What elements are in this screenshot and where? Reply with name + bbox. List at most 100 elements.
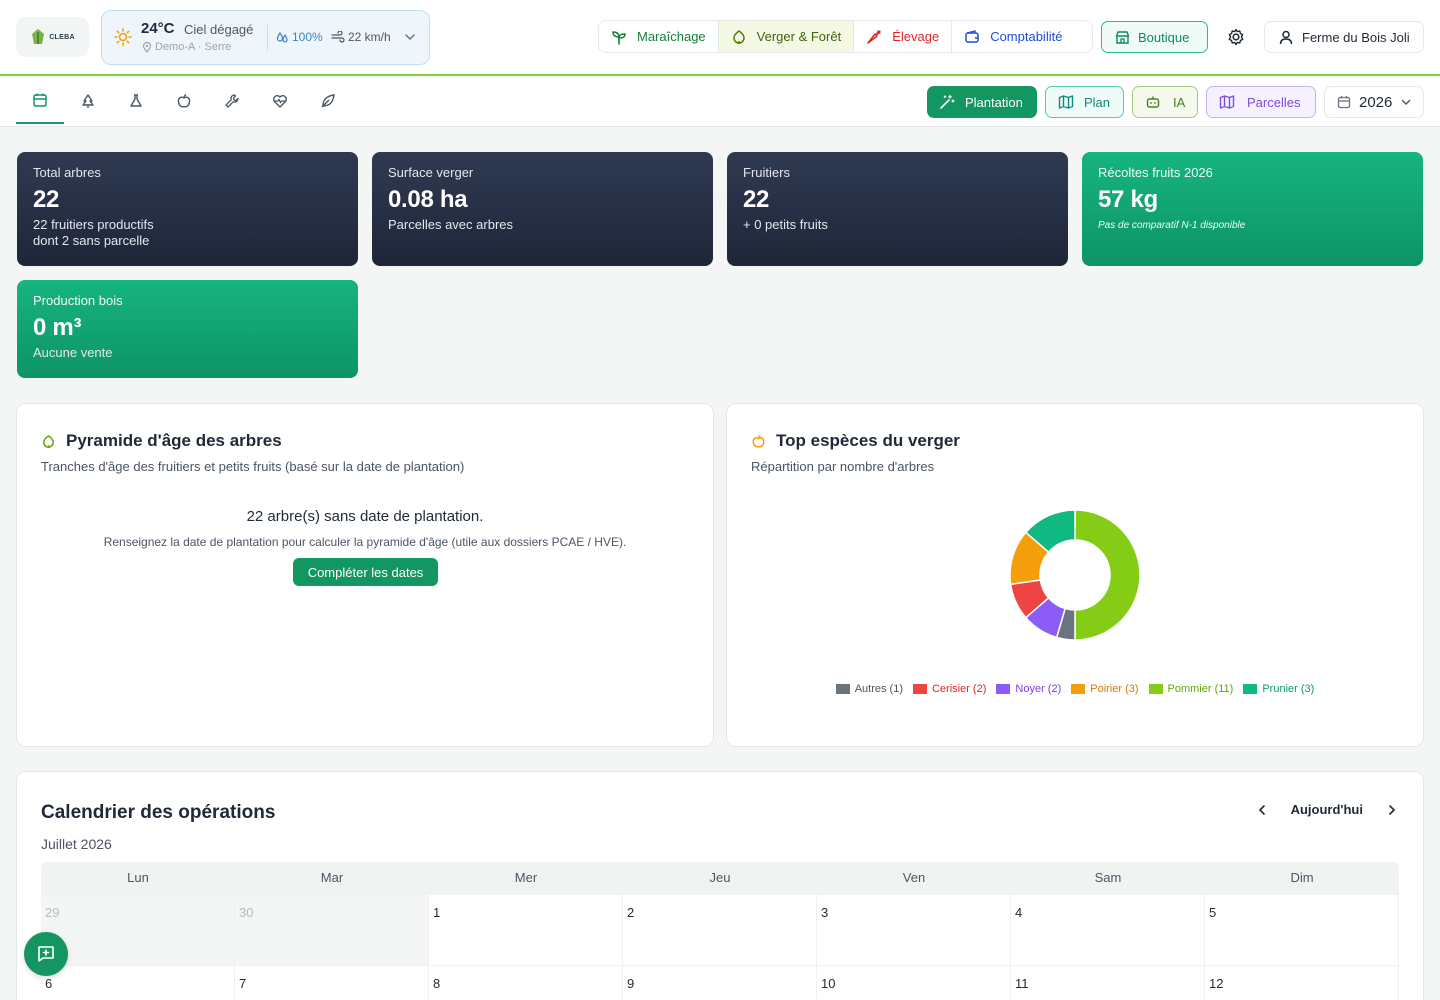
calendar-day-cell[interactable]: 9 <box>623 966 817 1000</box>
donut-slice-pommier[interactable] <box>1074 509 1141 641</box>
today-button[interactable]: Aujourd'hui <box>1291 802 1363 817</box>
calendar-day-cell[interactable]: 7 <box>235 966 429 1000</box>
module-label: Élevage <box>892 29 940 44</box>
parcelles-button[interactable]: Parcelles <box>1206 86 1316 118</box>
legend-swatch <box>1148 684 1163 694</box>
calendar-day-cell[interactable]: 2 <box>623 895 817 966</box>
calendar-month: Juillet 2026 <box>41 836 112 852</box>
tab-calendar[interactable] <box>16 78 64 124</box>
tab-harvests[interactable] <box>160 78 208 124</box>
plan-button[interactable]: Plan <box>1045 86 1124 118</box>
calendar-day-cell[interactable]: 29 <box>41 895 235 966</box>
legend-label: Pommier (11) <box>1167 683 1234 695</box>
tab-treatments[interactable] <box>112 78 160 124</box>
weather-location: Demo-A · Serre <box>142 41 231 53</box>
weather-temperature: 24°C <box>141 20 175 37</box>
calendar-day-cell[interactable]: 11 <box>1011 966 1205 1000</box>
complete-dates-button[interactable]: Compléter les dates <box>293 558 438 586</box>
panel-title: Top espèces du verger <box>751 431 960 451</box>
kpi-orchard-surface: Surface verger 0.08 ha Parcelles avec ar… <box>372 152 713 266</box>
feedback-chat-button[interactable] <box>24 932 68 976</box>
year-selector[interactable]: 2026 <box>1324 86 1424 118</box>
shop-label: Boutique <box>1138 29 1190 45</box>
calendar-day-cell[interactable]: 30 <box>235 895 429 966</box>
kpi-sub: Aucune vente <box>33 345 113 360</box>
module-comptabilite[interactable]: Comptabilité <box>952 21 1074 52</box>
apple-icon <box>177 93 191 108</box>
legend-label: Cerisier (2) <box>931 683 987 695</box>
legend-swatch <box>835 684 850 694</box>
plantation-label: Plantation <box>965 94 1023 110</box>
carrot-icon <box>867 29 881 44</box>
panel-title: Pyramide d'âge des arbres <box>41 431 282 451</box>
kpi-wood-production: Production bois 0 m³ Aucune vente <box>17 280 358 378</box>
legend-label: Poirier (3) <box>1090 683 1139 695</box>
legend-item-cerisier[interactable]: Cerisier (2) <box>912 683 987 695</box>
weekday-header: Sam <box>1094 870 1122 885</box>
legend-swatch <box>912 684 927 694</box>
tab-ecology[interactable] <box>304 78 352 124</box>
panel-title-text: Top espèces du verger <box>776 431 960 450</box>
leaf-icon <box>321 94 335 108</box>
ia-button[interactable]: IA <box>1132 86 1198 118</box>
legend-item-noyer[interactable]: Noyer (2) <box>996 683 1061 695</box>
weather-humidity-text: 100% <box>292 30 323 44</box>
map-pin-icon <box>142 41 152 53</box>
module-maraichage[interactable]: Maraîchage <box>599 21 719 52</box>
kpi-sub: Pas de comparatif N-1 disponible <box>1098 220 1246 231</box>
tab-trees[interactable] <box>64 78 112 124</box>
calendar-day-cell[interactable]: 12 <box>1205 966 1399 1000</box>
calendar-grid: 29 30 1 2 3 4 5 6 7 8 9 10 11 12 <box>41 895 1399 1000</box>
module-verger-foret[interactable]: Verger & Forêt <box>718 21 855 52</box>
calendar-day-cell[interactable]: 8 <box>429 966 623 1000</box>
plantation-button[interactable]: Plantation <box>927 86 1037 118</box>
legend-item-autres[interactable]: Autres (1) <box>835 683 903 695</box>
weather-wind: 22 km/h <box>331 30 391 44</box>
map-icon <box>1058 95 1074 109</box>
leaf-icon <box>43 434 54 448</box>
weather-widget[interactable]: 24°C Ciel dégagé Demo-A · Serre 100% 22 … <box>101 10 430 65</box>
legend-item-pommier[interactable]: Pommier (11) <box>1148 683 1234 695</box>
module-elevage[interactable]: Élevage <box>854 21 953 52</box>
calendar-day-cell[interactable]: 4 <box>1011 895 1205 966</box>
calendar-day-cell[interactable]: 6 <box>41 966 235 1000</box>
app-logo[interactable]: CLEBA <box>16 17 89 57</box>
top-species-panel: Top espèces du verger Répartition par no… <box>726 403 1424 747</box>
calendar-day-cell[interactable]: 10 <box>817 966 1011 1000</box>
legend-item-poirier[interactable]: Poirier (3) <box>1071 683 1139 695</box>
species-donut-chart <box>1009 509 1141 641</box>
module-label: Comptabilité <box>990 29 1063 44</box>
weekday-header: Ven <box>902 870 926 885</box>
empty-state-message: 22 arbre(s) sans date de plantation. <box>246 508 484 525</box>
kpi-sub: dont 2 sans parcelle <box>33 233 150 248</box>
chevron-right-icon[interactable] <box>1385 803 1399 817</box>
shop-button[interactable]: Boutique <box>1101 21 1208 53</box>
tab-health[interactable] <box>256 78 304 124</box>
legend-item-prunier[interactable]: Prunier (3) <box>1243 683 1314 695</box>
weather-condition: Ciel dégagé <box>184 22 254 37</box>
weather-divider <box>267 25 268 51</box>
kpi-fruit-trees: Fruitiers 22 + 0 petits fruits <box>727 152 1068 266</box>
age-pyramid-panel: Pyramide d'âge des arbres Tranches d'âge… <box>16 403 714 747</box>
calendar-day-cell[interactable]: 3 <box>817 895 1011 966</box>
logo-icon <box>32 29 45 44</box>
chevron-left-icon[interactable] <box>1255 803 1269 817</box>
legend-label: Autres (1) <box>854 683 903 695</box>
weekday-header: Lun <box>127 870 149 885</box>
calendar-day-cell[interactable]: 1 <box>429 895 623 966</box>
calendar-title: Calendrier des opérations <box>41 802 276 823</box>
heart-pulse-icon <box>273 95 287 108</box>
kpi-label: Production bois <box>33 293 123 308</box>
weekday-header: Dim <box>1290 870 1314 885</box>
gear-icon[interactable] <box>1226 27 1246 47</box>
calendar-day-cell[interactable]: 5 <box>1205 895 1399 966</box>
chevron-down-icon[interactable] <box>403 30 417 44</box>
tab-tools[interactable] <box>208 78 256 124</box>
logo-text: CLEBA <box>49 33 75 41</box>
farm-selector[interactable]: Ferme du Bois Joli <box>1264 21 1424 53</box>
sprout-icon <box>612 30 626 45</box>
kpi-value: 0 m³ <box>33 314 82 341</box>
year-value: 2026 <box>1359 93 1393 111</box>
legend-label: Noyer (2) <box>1015 683 1062 695</box>
calendar-icon <box>33 93 47 107</box>
